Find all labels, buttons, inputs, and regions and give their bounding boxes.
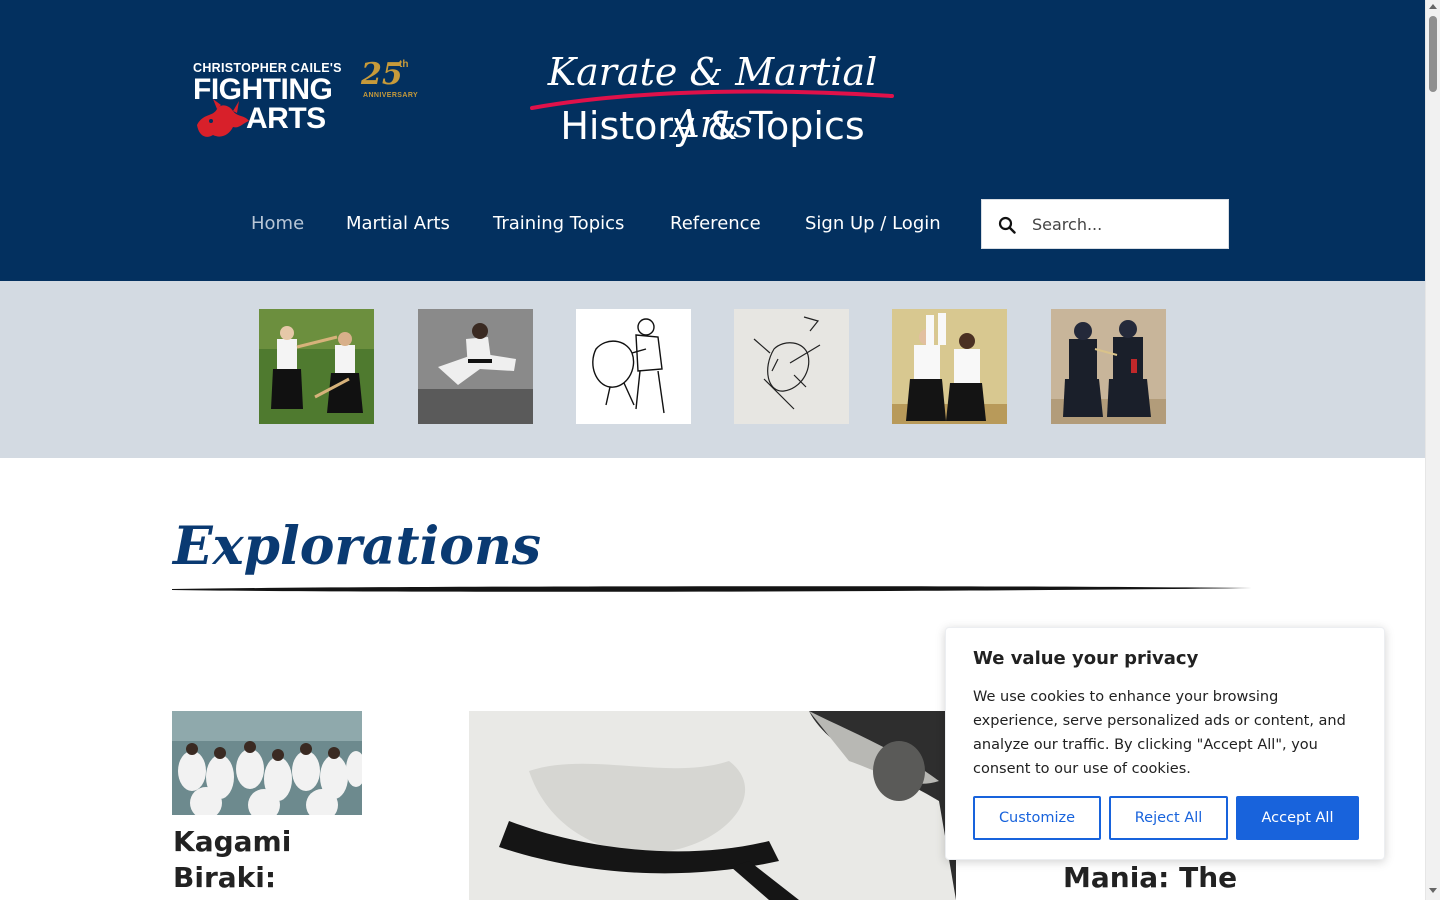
reject-all-button[interactable]: Reject All (1109, 796, 1228, 840)
nav-item-training-topics[interactable]: Training Topics (493, 199, 624, 249)
brush-divider (172, 586, 1252, 592)
kendo-photo-icon (1051, 309, 1166, 424)
gallery-thumb-aikido-pair[interactable] (892, 309, 1007, 424)
customize-button[interactable]: Customize (973, 796, 1101, 840)
anniversary-suffix: th (399, 59, 409, 70)
accept-all-button[interactable]: Accept All (1236, 796, 1359, 840)
aikido-pair-photo-icon (892, 309, 1007, 424)
scroll-down-arrow-icon[interactable] (1429, 888, 1437, 893)
gallery-thumb-sword-sketch[interactable] (734, 309, 849, 424)
search-input[interactable] (1032, 200, 1222, 248)
gallery-thumb-aikido-staff[interactable] (259, 309, 374, 424)
scrollbar-thumb[interactable] (1429, 16, 1437, 92)
flying-kick-photo-icon (418, 309, 533, 424)
nav-item-home[interactable]: Home (251, 199, 304, 249)
anniversary-badge: 25 th ANNIVERSARY (355, 57, 419, 103)
cookie-consent-banner: We value your privacy We use cookies to … (945, 627, 1385, 860)
anniversary-label: ANNIVERSARY (363, 92, 419, 99)
site-logo[interactable]: CHRISTOPHER CAILE'S FIGHTING ARTS 25 th … (193, 57, 418, 143)
cookie-body-text: We use cookies to enhance your browsing … (973, 689, 1346, 777)
card-image[interactable] (172, 711, 362, 815)
scroll-up-arrow-icon[interactable] (1429, 4, 1437, 9)
sword-sketch-icon (734, 309, 849, 424)
anniversary-number: 25 (361, 57, 403, 92)
cookie-title: We value your privacy (973, 648, 1199, 669)
site-header: CHRISTOPHER CAILE'S FIGHTING ARTS 25 th … (0, 0, 1425, 281)
search-box[interactable] (981, 199, 1229, 249)
gallery-strip (0, 281, 1425, 458)
dragon-icon (197, 99, 249, 137)
card-title[interactable]: Kagami Biraki: (173, 824, 373, 896)
gallery-thumb-throw-drawing[interactable] (576, 309, 691, 424)
crowd-photo-icon (172, 711, 362, 815)
nav-item-martial-arts[interactable]: Martial Arts (346, 199, 450, 249)
logo-arts-text: ARTS (246, 102, 326, 135)
site-title[interactable]: Karate & Martial Arts History & Topics (530, 46, 895, 156)
search-icon[interactable] (998, 216, 1016, 234)
card-title[interactable]: Mania: The (1063, 860, 1237, 896)
feature-image[interactable] (469, 711, 956, 900)
aikido-staff-photo-icon (259, 309, 374, 424)
nav-item-reference[interactable]: Reference (670, 199, 761, 249)
site-title-line2: History & Topics (560, 104, 865, 148)
page-scrollbar[interactable] (1425, 0, 1440, 900)
gallery-thumb-kendo[interactable] (1051, 309, 1166, 424)
throw-drawing-icon (576, 309, 691, 424)
karate-gi-photo-icon (469, 711, 956, 900)
gallery-thumb-flying-kick[interactable] (418, 309, 533, 424)
nav-item-sign-up-login[interactable]: Sign Up / Login (805, 199, 941, 249)
section-heading: Explorations (173, 516, 542, 577)
